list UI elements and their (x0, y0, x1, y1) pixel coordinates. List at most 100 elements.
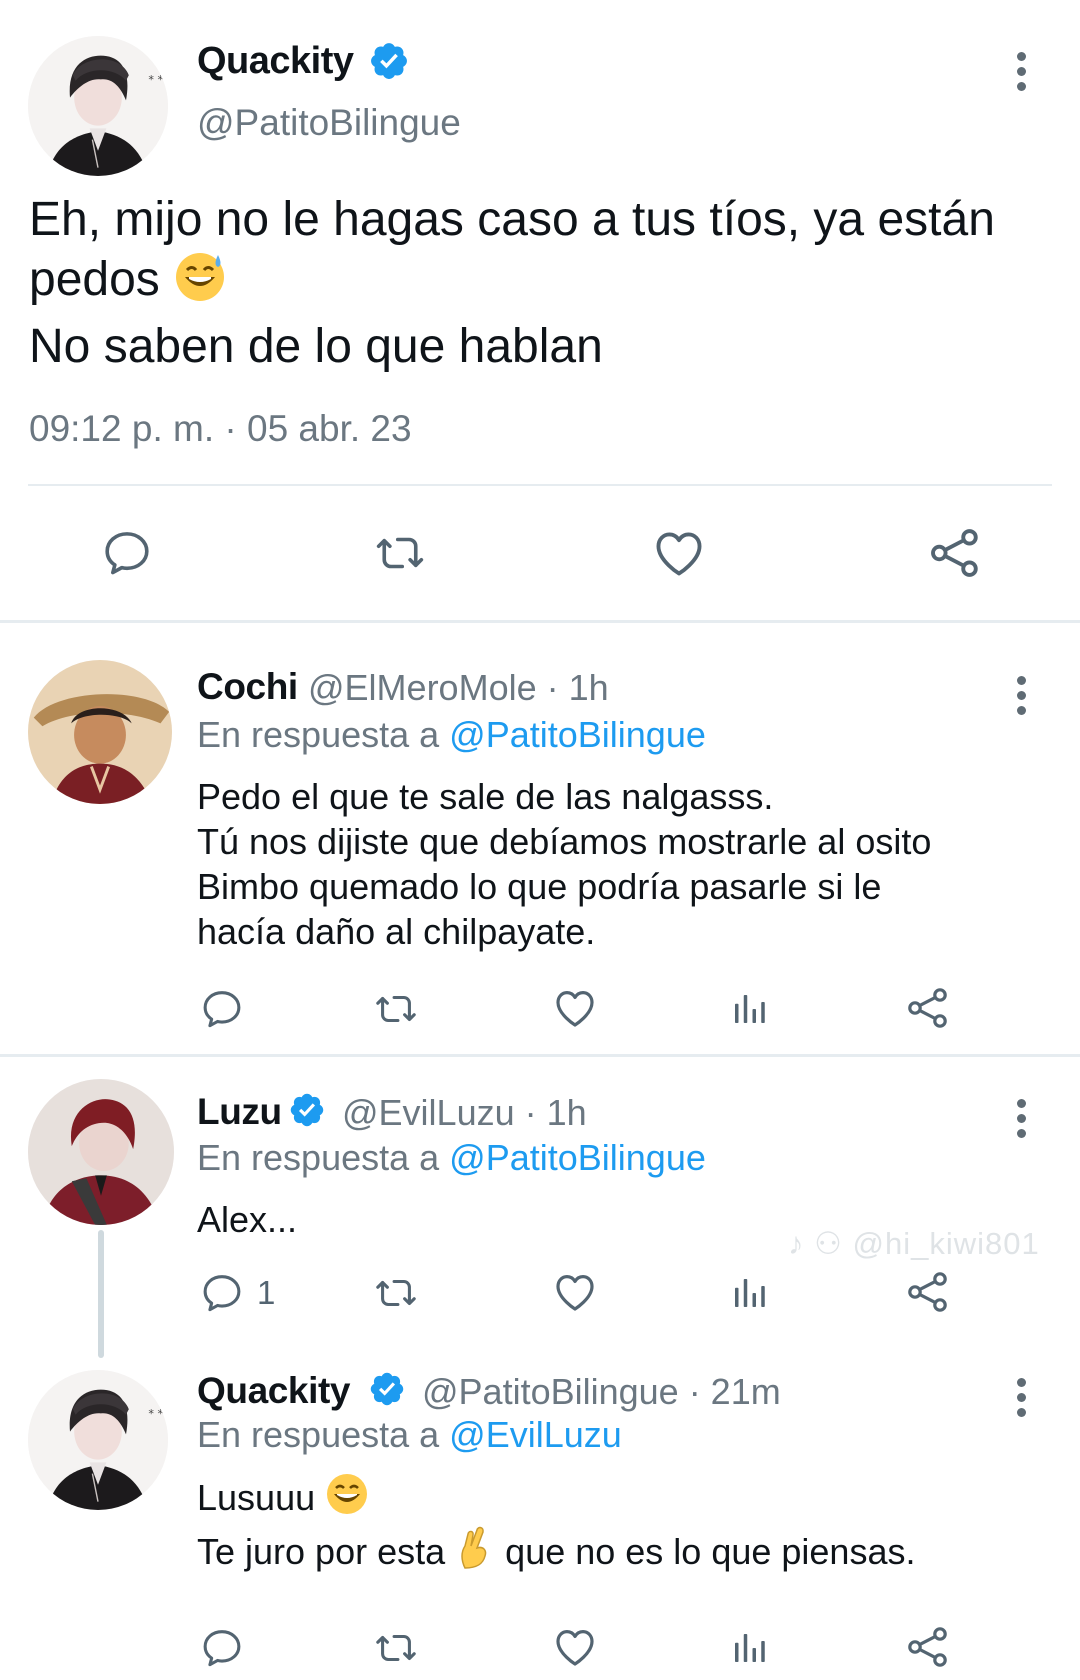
reply-author-avatar[interactable] (28, 1079, 174, 1225)
like-button[interactable] (551, 984, 599, 1032)
verified-badge-icon (288, 1091, 326, 1129)
share-icon (904, 1268, 952, 1316)
share-button[interactable] (904, 1268, 952, 1316)
author-name[interactable]: Quackity (197, 40, 354, 83)
more-dot-icon (1016, 690, 1026, 700)
reply-author-avatar[interactable] (28, 1370, 168, 1510)
reply-text-line: hacía daño al chilpayate. (197, 911, 596, 952)
reply-text-line: Te juro por esta que no es lo que piensa… (197, 1526, 915, 1580)
reply-count: 1 (257, 1274, 276, 1311)
reply-text-line: Lusuuu (197, 1472, 915, 1526)
more-options-button[interactable] (1006, 1372, 1036, 1422)
more-dot-icon (1016, 1113, 1026, 1123)
more-dot-icon (1016, 1377, 1026, 1387)
share-icon (904, 984, 952, 1032)
retweet-button[interactable] (370, 526, 430, 580)
like-icon (551, 984, 599, 1032)
reply-icon (199, 1270, 245, 1316)
grinning-emoji-icon (325, 1472, 369, 1526)
more-options-button[interactable] (1006, 670, 1036, 720)
reply-author-name[interactable]: Quackity (197, 1370, 350, 1412)
like-button[interactable] (650, 524, 708, 582)
verified-badge-icon (368, 1370, 406, 1408)
more-dot-icon (1016, 1392, 1026, 1402)
share-icon (926, 524, 984, 582)
more-dot-icon (1016, 675, 1026, 685)
verified-badge-icon (368, 40, 410, 82)
author-handle[interactable]: @PatitoBilingue (197, 102, 461, 144)
like-button[interactable] (551, 1623, 599, 1671)
stats-icon (728, 1627, 770, 1669)
main-tweet: Quackity @PatitoBilingue Eh, mijo no le … (0, 0, 1080, 620)
like-icon (551, 1268, 599, 1316)
reply-author-handle[interactable]: @ElMeroMole · 1h (308, 667, 609, 709)
reply-text: Lusuuu Te juro por esta que no es lo que… (197, 1472, 915, 1580)
share-button[interactable] (926, 524, 984, 582)
section-divider (0, 620, 1080, 623)
more-dot-icon (1016, 1407, 1026, 1417)
reply-author-avatar[interactable] (28, 660, 172, 804)
avatar-image (28, 660, 172, 804)
avatar-image (28, 36, 168, 176)
stats-icon (728, 988, 770, 1030)
share-button[interactable] (904, 984, 952, 1032)
avatar-image (28, 1370, 168, 1510)
more-dot-icon (1016, 51, 1026, 61)
retweet-button[interactable] (370, 986, 422, 1032)
replying-to: En respuesta a @EvilLuzu (197, 1414, 622, 1455)
more-dot-icon (1016, 66, 1026, 76)
more-dot-icon (1016, 81, 1026, 91)
reply-button[interactable] (199, 1625, 257, 1671)
reply-text: Alex... (197, 1197, 297, 1242)
reply-text-line: Tú nos dijiste que debíamos mostrarle al… (197, 821, 932, 862)
thread-connector-line (98, 1230, 104, 1358)
author-avatar[interactable] (28, 36, 168, 176)
like-button[interactable] (551, 1268, 599, 1316)
reply-button[interactable] (100, 526, 154, 580)
tweet-text: Eh, mijo no le hagas caso a tus tíos, ya… (29, 190, 1049, 376)
reply-author-handle[interactable]: @EvilLuzu · 1h (342, 1092, 587, 1134)
share-icon (904, 1623, 952, 1671)
more-options-button[interactable] (1006, 1093, 1036, 1143)
mention-link[interactable]: @PatitoBilingue (449, 714, 706, 755)
view-stats-button[interactable] (728, 1627, 770, 1669)
retweet-icon (370, 986, 422, 1032)
share-button[interactable] (904, 1623, 952, 1671)
retweet-button[interactable] (370, 1270, 422, 1316)
avatar-image (28, 1079, 174, 1225)
reply-text: Pedo el que te sale de las nalgasss. Tú … (197, 774, 931, 954)
view-stats-button[interactable] (728, 1272, 770, 1314)
reply-author-name[interactable]: Cochi (197, 666, 298, 708)
reply-author-handle[interactable]: @PatitoBilingue · 21m (422, 1371, 781, 1413)
like-icon (551, 1623, 599, 1671)
mention-link[interactable]: @PatitoBilingue (449, 1137, 706, 1178)
retweet-icon (370, 526, 430, 580)
divider (28, 484, 1052, 486)
reply-author-name[interactable]: Luzu (197, 1091, 282, 1133)
like-icon (650, 524, 708, 582)
reply-text-line: Bimbo quemado lo que podría pasarle si l… (197, 866, 882, 907)
reply-tweet[interactable]: Cochi @ElMeroMole · 1h En respuesta a @P… (0, 624, 1080, 1054)
reply-text-line: Pedo el que te sale de las nalgasss. (197, 776, 774, 817)
stats-icon (728, 1272, 770, 1314)
sweat-smile-emoji-icon (173, 249, 227, 317)
reply-icon (199, 986, 245, 1032)
reply-icon (100, 526, 154, 580)
reply-tweet[interactable]: Quackity @PatitoBilingue · 21m En respue… (0, 1350, 1080, 1680)
retweet-icon (370, 1270, 422, 1316)
view-stats-button[interactable] (728, 988, 770, 1030)
reply-tweet[interactable]: Luzu @EvilLuzu · 1h En respuesta a @Pati… (0, 1057, 1080, 1347)
retweet-icon (370, 1625, 422, 1671)
retweet-button[interactable] (370, 1625, 422, 1671)
reply-button[interactable]: 1 (199, 1270, 275, 1316)
watermark: ♪ ⚇ @hi_kiwi801 (788, 1226, 1040, 1261)
tweet-text-line: pedos (29, 249, 1049, 317)
reply-button[interactable] (199, 986, 257, 1032)
more-dot-icon (1016, 1098, 1026, 1108)
reply-text-line: Alex... (197, 1199, 298, 1240)
replying-to: En respuesta a @PatitoBilingue (197, 1137, 706, 1178)
mention-link[interactable]: @EvilLuzu (449, 1414, 622, 1455)
more-options-button[interactable] (1006, 46, 1036, 96)
tweet-timestamp[interactable]: 09:12 p. m. · 05 abr. 23 (29, 408, 412, 450)
crossed-fingers-emoji-icon (455, 1526, 495, 1580)
